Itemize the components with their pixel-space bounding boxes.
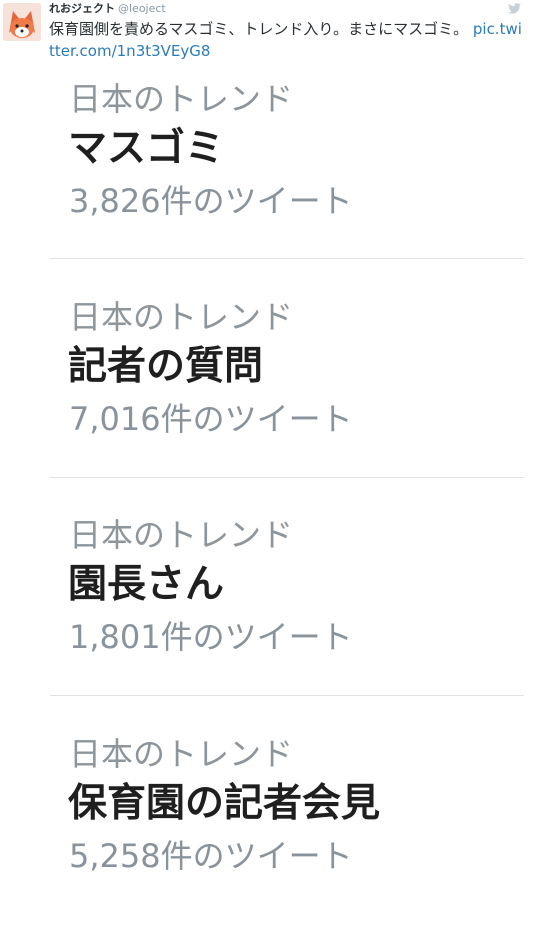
tweet-author[interactable]: れおジェクト @leoject [49, 2, 166, 15]
trend-card[interactable]: 日本のトレンド マスゴミ 3,826件のツイート [0, 80, 533, 295]
trend-tweet-count: 7,016件のツイート [69, 400, 353, 438]
divider [50, 258, 524, 259]
divider [50, 477, 524, 478]
fox-avatar-icon [3, 3, 41, 41]
tweet-header: れおジェクト @leoject 保育園側を責めるマスゴミ、トレンド入り。まさにマス… [0, 0, 533, 70]
divider [50, 695, 524, 696]
trend-tweet-count: 3,826件のツイート [69, 182, 353, 220]
user-handle[interactable]: @leoject [118, 2, 166, 15]
trend-card[interactable]: 日本のトレンド 保育園の記者会見 5,258件のツイート [0, 735, 533, 950]
trend-card[interactable]: 日本のトレンド 園長さん 1,801件のツイート [0, 516, 533, 731]
trend-context: 日本のトレンド [69, 516, 294, 554]
twitter-bird-icon[interactable] [508, 3, 521, 14]
trend-tweet-count: 5,258件のツイート [69, 837, 353, 875]
trend-name[interactable]: 保育園の記者会見 [68, 781, 380, 827]
trend-name[interactable]: マスゴミ [68, 126, 224, 172]
trend-context: 日本のトレンド [69, 735, 294, 773]
trend-card[interactable]: 日本のトレンド 記者の質問 7,016件のツイート [0, 298, 533, 513]
tweet-body: 保育園側を責めるマスゴミ、トレンド入り。まさにマスゴミ。 [49, 20, 473, 38]
display-name[interactable]: れおジェクト [49, 2, 115, 15]
trend-tweet-count: 1,801件のツイート [69, 618, 353, 656]
tweet-text: 保育園側を責めるマスゴミ、トレンド入り。まさにマスゴミ。 pic.twitter… [49, 18, 527, 62]
trend-name[interactable]: 記者の質問 [68, 344, 263, 390]
user-avatar[interactable] [3, 3, 41, 41]
trend-context: 日本のトレンド [69, 80, 294, 118]
trend-name[interactable]: 園長さん [68, 562, 224, 608]
trend-context: 日本のトレンド [69, 298, 294, 336]
